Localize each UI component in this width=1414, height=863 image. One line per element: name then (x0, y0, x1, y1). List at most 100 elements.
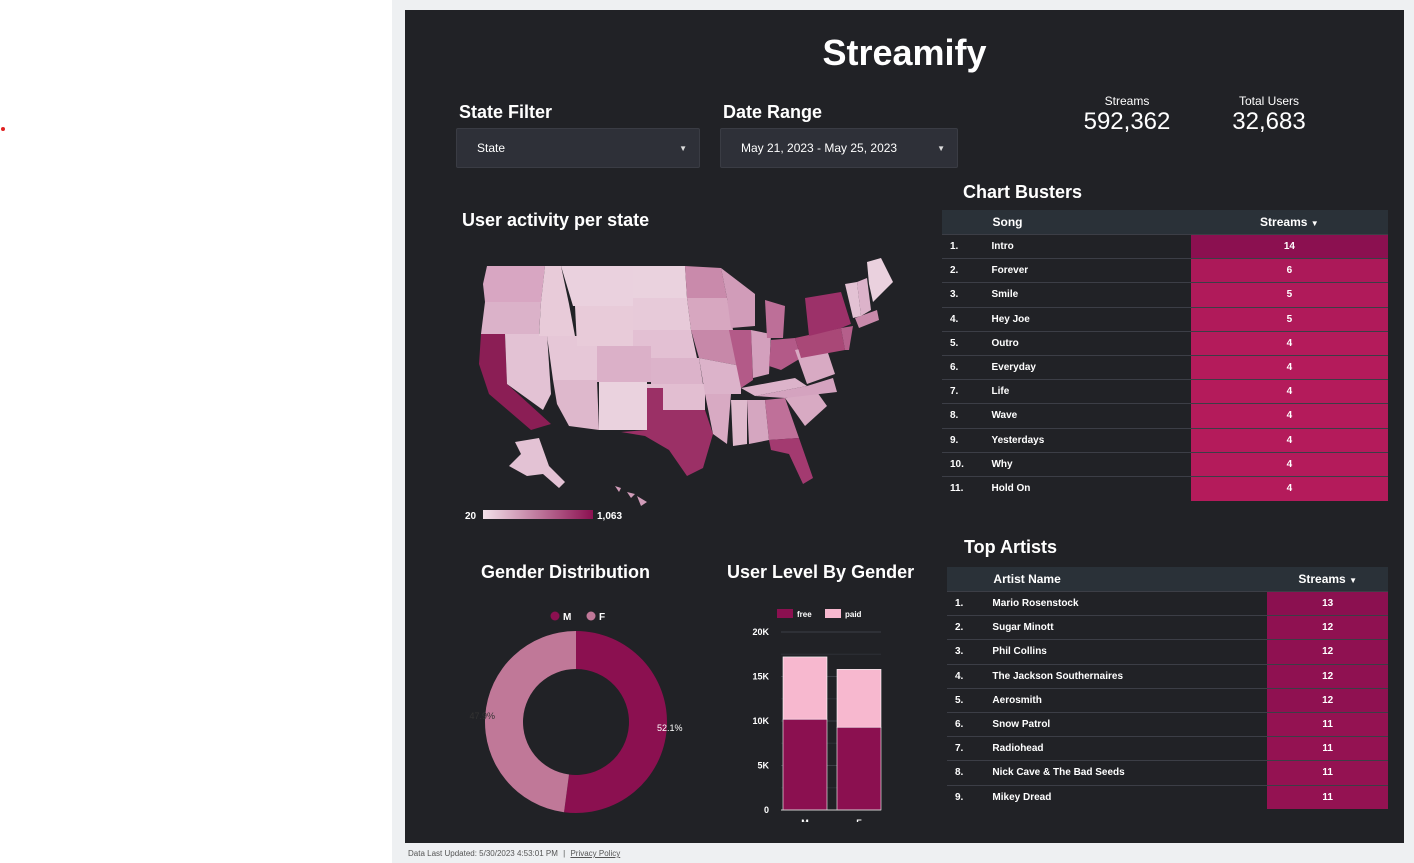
bar-free-f[interactable] (836, 726, 882, 811)
row-rank: 6. (942, 354, 992, 380)
map-state-florida[interactable] (769, 438, 813, 484)
map-state[interactable] (575, 306, 633, 346)
top-artists-title: Top Artists (964, 537, 1057, 557)
row-name: Smile (991, 282, 1191, 308)
map-state[interactable] (481, 302, 541, 334)
col-streams-header[interactable]: Streams ▼ (1267, 567, 1388, 592)
level-chart-title: User Level By Gender (727, 562, 915, 582)
row-name: Sugar Minott (992, 615, 1268, 640)
row-name: Everyday (991, 354, 1191, 380)
table-header-row: Song Streams ▼ (942, 210, 1388, 235)
row-streams: 13 (1267, 590, 1388, 616)
footer: Data Last Updated: 5/30/2023 4:53:01 PM … (408, 849, 620, 858)
map-state[interactable] (769, 338, 801, 370)
col-streams-header[interactable]: Streams ▼ (1190, 210, 1388, 235)
legend-label: paid (845, 610, 862, 619)
table-row[interactable]: 5. Outro 4 (942, 330, 1388, 356)
map-state[interactable] (553, 380, 599, 430)
table-row[interactable]: 2. Forever 6 (942, 258, 1388, 283)
donut-slice-m[interactable] (564, 631, 667, 813)
table-row[interactable]: 4. The Jackson Southernaires 12 (947, 663, 1388, 689)
row-rank: 3. (947, 639, 993, 665)
row-rank: 7. (947, 736, 993, 761)
table-row[interactable]: 4. Hey Joe 5 (942, 306, 1388, 332)
row-streams: 12 (1267, 663, 1388, 689)
table-row[interactable]: 8. Nick Cave & The Bad Seeds 11 (947, 760, 1388, 785)
row-name: Why (991, 451, 1191, 477)
table-row[interactable]: 9. Mikey Dread 11 (947, 784, 1388, 810)
table-row[interactable]: 7. Radiohead 11 (947, 736, 1388, 761)
row-rank: 2. (942, 258, 992, 283)
bar-free-m[interactable] (782, 718, 828, 811)
row-streams: 4 (1190, 475, 1388, 501)
table-row[interactable]: 1. Mario Rosenstock 13 (947, 590, 1388, 616)
gender-chart-title: Gender Distribution (481, 562, 651, 582)
dashboard-page: Streamify State Filter State ▼ Date Rang… (405, 10, 1404, 843)
map-state[interactable] (633, 266, 687, 298)
row-name: Mikey Dread (992, 784, 1268, 810)
state-filter-label: State Filter (459, 102, 553, 122)
table-row[interactable]: 6. Snow Patrol 11 (947, 711, 1388, 737)
table-row[interactable]: 3. Phil Collins 12 (947, 639, 1388, 665)
map-state[interactable] (599, 382, 647, 430)
bar-paid-m[interactable] (782, 656, 828, 720)
map-state[interactable] (685, 266, 727, 298)
row-name: Snow Patrol (992, 711, 1268, 737)
row-name: The Jackson Southernaires (992, 663, 1268, 689)
kpi-streams: Streams 592,362 (1077, 94, 1177, 136)
kpi-streams-value: 592,362 (1083, 108, 1171, 135)
map-state[interactable] (483, 266, 545, 302)
y-tick-label: 10K (752, 716, 769, 726)
row-rank: 11. (942, 475, 992, 501)
row-streams: 4 (1190, 451, 1388, 477)
map-state[interactable] (731, 400, 747, 446)
map-state[interactable] (651, 358, 703, 384)
col-song-header: Song (991, 210, 1191, 235)
footer-separator: | (563, 849, 566, 858)
table-row[interactable]: 6. Everyday 4 (942, 354, 1388, 380)
row-rank: 8. (947, 760, 993, 785)
map-title: User activity per state (462, 210, 650, 230)
table-row[interactable]: 9. Yesterdays 4 (942, 427, 1388, 453)
privacy-policy-link[interactable]: Privacy Policy (570, 849, 620, 858)
x-tick-label: F (856, 818, 862, 822)
table-row[interactable]: 10. Why 4 (942, 451, 1388, 477)
map-state[interactable] (561, 266, 633, 306)
table-row[interactable]: 3. Smile 5 (942, 282, 1388, 308)
map-state[interactable] (765, 300, 785, 338)
map-state[interactable] (867, 258, 893, 302)
map-state-hawaii[interactable] (615, 486, 647, 506)
map-legend-max: 1,063 (597, 511, 622, 522)
chart-busters-table: Song Streams ▼ 1. Intro 14 2. Forever 6 3. Smil… (942, 210, 1388, 501)
row-streams: 5 (1190, 306, 1388, 332)
kpi-streams-label: Streams (1104, 94, 1150, 108)
row-name: Yesterdays (991, 427, 1191, 453)
bar-paid-f[interactable] (836, 669, 882, 728)
table-row[interactable]: 1. Intro 14 (942, 233, 1388, 259)
us-state-map[interactable]: 20 1,063 (465, 254, 905, 524)
row-name: Aerosmith (992, 687, 1268, 713)
row-streams: 12 (1267, 639, 1388, 665)
row-name: Hey Joe (991, 306, 1191, 332)
map-legend-bar (483, 510, 593, 519)
legend-swatch (777, 609, 793, 618)
table-row[interactable]: 5. Aerosmith 12 (947, 687, 1388, 713)
row-rank: 2. (947, 615, 993, 640)
date-range-dropdown[interactable]: May 21, 2023 - May 25, 2023 ▼ (720, 128, 958, 168)
date-range-value: May 21, 2023 - May 25, 2023 (741, 141, 898, 155)
row-name: Outro (991, 330, 1191, 356)
kpi-users-label: Total Users (1238, 94, 1300, 108)
map-state[interactable] (633, 298, 691, 330)
table-row[interactable]: 2. Sugar Minott 12 (947, 615, 1388, 640)
table-row[interactable]: 11. Hold On 4 (942, 475, 1388, 501)
map-state[interactable] (687, 298, 733, 330)
table-row[interactable]: 7. Life 4 (942, 379, 1388, 404)
donut-slice-f[interactable] (485, 631, 576, 813)
map-state-alaska[interactable] (509, 438, 565, 488)
row-streams: 11 (1267, 784, 1388, 810)
row-rank: 9. (942, 427, 992, 453)
state-filter-dropdown[interactable]: State ▼ (456, 128, 700, 168)
row-streams: 12 (1267, 687, 1388, 713)
map-state[interactable] (597, 346, 651, 382)
table-row[interactable]: 8. Wave 4 (942, 403, 1388, 428)
